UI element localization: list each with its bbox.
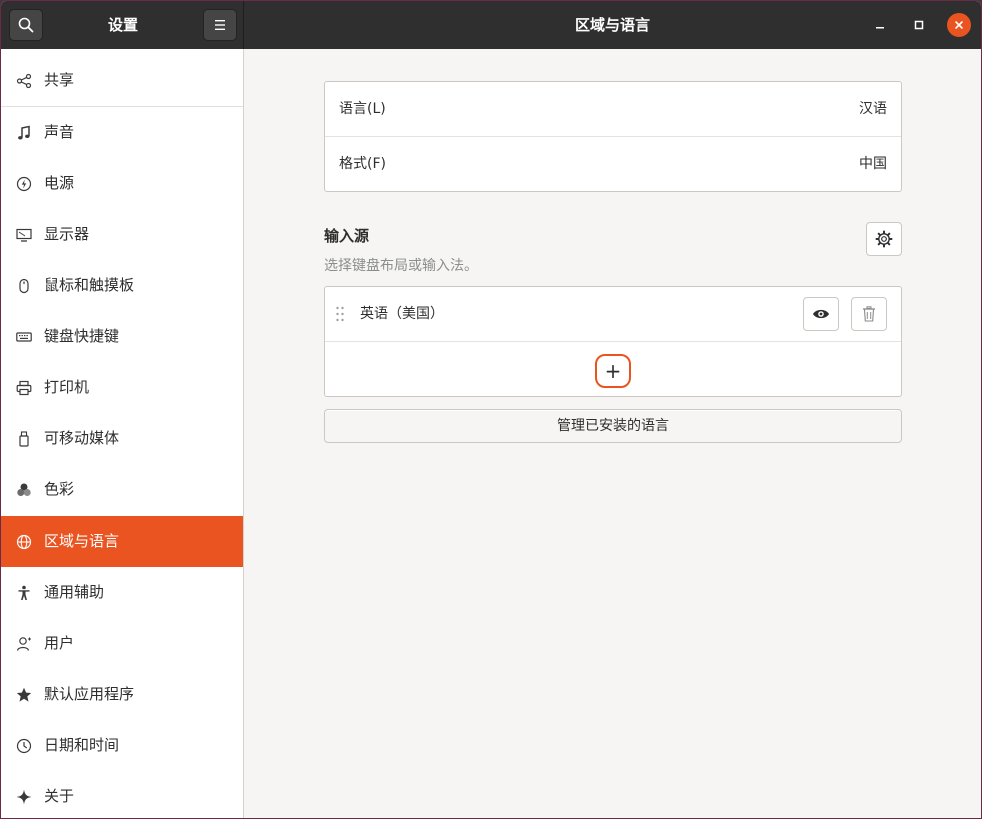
settings-window: 设置 区域与语言 共享 声音 电源 显示器 鼠标和触摸板 键盘快捷键 打印机 可…: [0, 0, 982, 819]
share-icon: [15, 72, 33, 90]
printer-icon: [15, 379, 33, 397]
close-icon: [955, 21, 963, 29]
usb-drive-icon: [15, 430, 33, 448]
sidebar-item-label: 关于: [44, 787, 75, 805]
language-row[interactable]: 语言(L) 汉语: [325, 82, 901, 136]
display-icon: [15, 226, 33, 244]
preview-layout-button[interactable]: [803, 297, 839, 331]
header-bar: 设置 区域与语言: [1, 1, 981, 49]
sidebar-item-printers[interactable]: 打印机: [1, 362, 243, 413]
user-icon: [15, 635, 33, 653]
minimize-icon: [876, 27, 884, 29]
maximize-button[interactable]: [907, 13, 931, 37]
eye-icon: [813, 309, 829, 319]
globe-icon: [15, 533, 33, 551]
hamburger-icon: [215, 20, 225, 30]
sidebar-item-keyboard-shortcuts[interactable]: 键盘快捷键: [1, 311, 243, 362]
sidebar: 共享 声音 电源 显示器 鼠标和触摸板 键盘快捷键 打印机 可移动媒体 色彩 区…: [1, 49, 244, 818]
menu-button[interactable]: [203, 9, 237, 41]
close-button[interactable]: [947, 13, 971, 37]
formats-label: 格式(F): [339, 156, 386, 172]
sidebar-item-label: 打印机: [44, 378, 90, 396]
sidebar-item-users[interactable]: 用户: [1, 618, 243, 669]
mouse-icon: [15, 277, 33, 295]
sidebar-item-displays[interactable]: 显示器: [1, 209, 243, 260]
search-button[interactable]: [9, 9, 43, 41]
input-source-label: 英语（美国）: [360, 306, 444, 322]
sidebar-item-label: 色彩: [44, 480, 75, 498]
sidebar-item-label: 用户: [44, 634, 75, 652]
manage-installed-languages-button[interactable]: 管理已安装的语言: [324, 409, 902, 443]
gear-icon: [875, 230, 893, 248]
keyboard-icon: [15, 328, 33, 346]
sidebar-header: 设置: [1, 1, 244, 49]
star-icon: [15, 686, 33, 704]
language-value: 汉语: [859, 101, 887, 117]
sidebar-item-label: 显示器: [44, 225, 90, 243]
row-divider: [325, 341, 901, 342]
sidebar-item-label: 电源: [44, 174, 75, 192]
remove-input-source-button[interactable]: [851, 297, 887, 331]
maximize-icon: [914, 20, 924, 30]
color-icon: [15, 481, 33, 499]
add-input-source-button[interactable]: +: [595, 354, 631, 388]
region-settings-panel: 语言(L) 汉语 格式(F) 中国: [324, 81, 902, 192]
sidebar-item-label: 可移动媒体: [44, 429, 120, 447]
input-sources-panel: 英语（美国） +: [324, 286, 902, 397]
sidebar-item-power[interactable]: 电源: [1, 158, 243, 209]
formats-row[interactable]: 格式(F) 中国: [325, 137, 901, 191]
sidebar-item-date-time[interactable]: 日期和时间: [1, 720, 243, 771]
formats-value: 中国: [859, 156, 887, 172]
sidebar-item-sharing[interactable]: 共享: [1, 55, 243, 106]
sidebar-item-label: 默认应用程序: [44, 685, 135, 703]
input-source-options-button[interactable]: [866, 222, 902, 256]
main-content: 语言(L) 汉语 格式(F) 中国 输入源 选择键盘布局或输入法。 英语（美国）…: [244, 49, 981, 818]
power-icon: [15, 175, 33, 193]
sidebar-item-label: 共享: [44, 71, 75, 89]
input-sources-subtitle: 选择键盘布局或输入法。: [324, 258, 478, 274]
sidebar-item-mouse-touchpad[interactable]: 鼠标和触摸板: [1, 260, 243, 311]
sidebar-item-accessibility[interactable]: 通用辅助: [1, 567, 243, 618]
sidebar-item-label: 键盘快捷键: [44, 327, 120, 345]
minimize-button[interactable]: [868, 13, 892, 37]
sparkle-icon: [15, 788, 33, 806]
sidebar-item-default-applications[interactable]: 默认应用程序: [1, 669, 243, 720]
sidebar-item-about[interactable]: 关于: [1, 771, 243, 818]
sidebar-item-removable-media[interactable]: 可移动媒体: [1, 413, 243, 464]
search-icon: [18, 17, 34, 33]
input-source-row[interactable]: 英语（美国）: [325, 287, 901, 341]
trash-icon: [863, 306, 875, 322]
language-label: 语言(L): [339, 101, 386, 117]
sidebar-item-label: 通用辅助: [44, 583, 105, 601]
clock-icon: [15, 737, 33, 755]
sidebar-item-region-language[interactable]: 区域与语言: [1, 516, 243, 567]
music-note-icon: [15, 124, 33, 142]
input-sources-title: 输入源: [324, 227, 370, 245]
sidebar-item-label: 声音: [44, 123, 75, 141]
sidebar-item-label: 日期和时间: [44, 736, 120, 754]
sidebar-item-label: 区域与语言: [44, 532, 120, 550]
drag-handle-icon[interactable]: [335, 306, 345, 322]
sidebar-item-color[interactable]: 色彩: [1, 464, 243, 515]
sidebar-item-sound[interactable]: 声音: [1, 107, 243, 158]
sidebar-item-label: 鼠标和触摸板: [44, 276, 135, 294]
accessibility-icon: [15, 584, 33, 602]
sidebar-title: 设置: [107, 16, 138, 34]
